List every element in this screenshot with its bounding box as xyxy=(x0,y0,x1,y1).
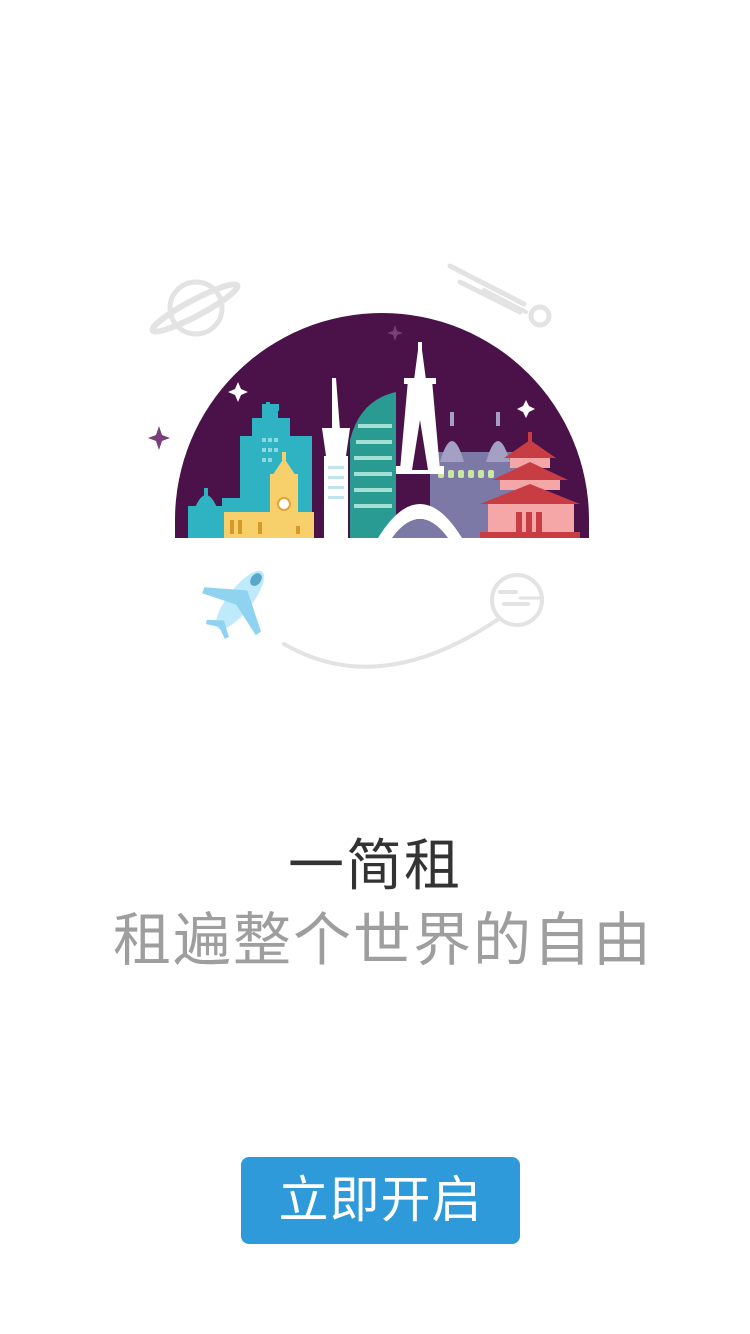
airplane-icon xyxy=(202,570,265,639)
sparkle-icon xyxy=(148,426,170,450)
comet-icon xyxy=(447,263,552,328)
app-title: 一简租 xyxy=(288,834,462,899)
cityscape-illustration xyxy=(175,313,589,538)
planet-icon xyxy=(149,279,241,337)
moon-icon xyxy=(490,573,544,627)
splash-illustration xyxy=(148,263,589,669)
start-button[interactable]: 立即开启 xyxy=(241,1157,520,1244)
orbit-path xyxy=(282,616,502,669)
app-slogan: 租遍整个世界的自由 xyxy=(112,906,653,974)
